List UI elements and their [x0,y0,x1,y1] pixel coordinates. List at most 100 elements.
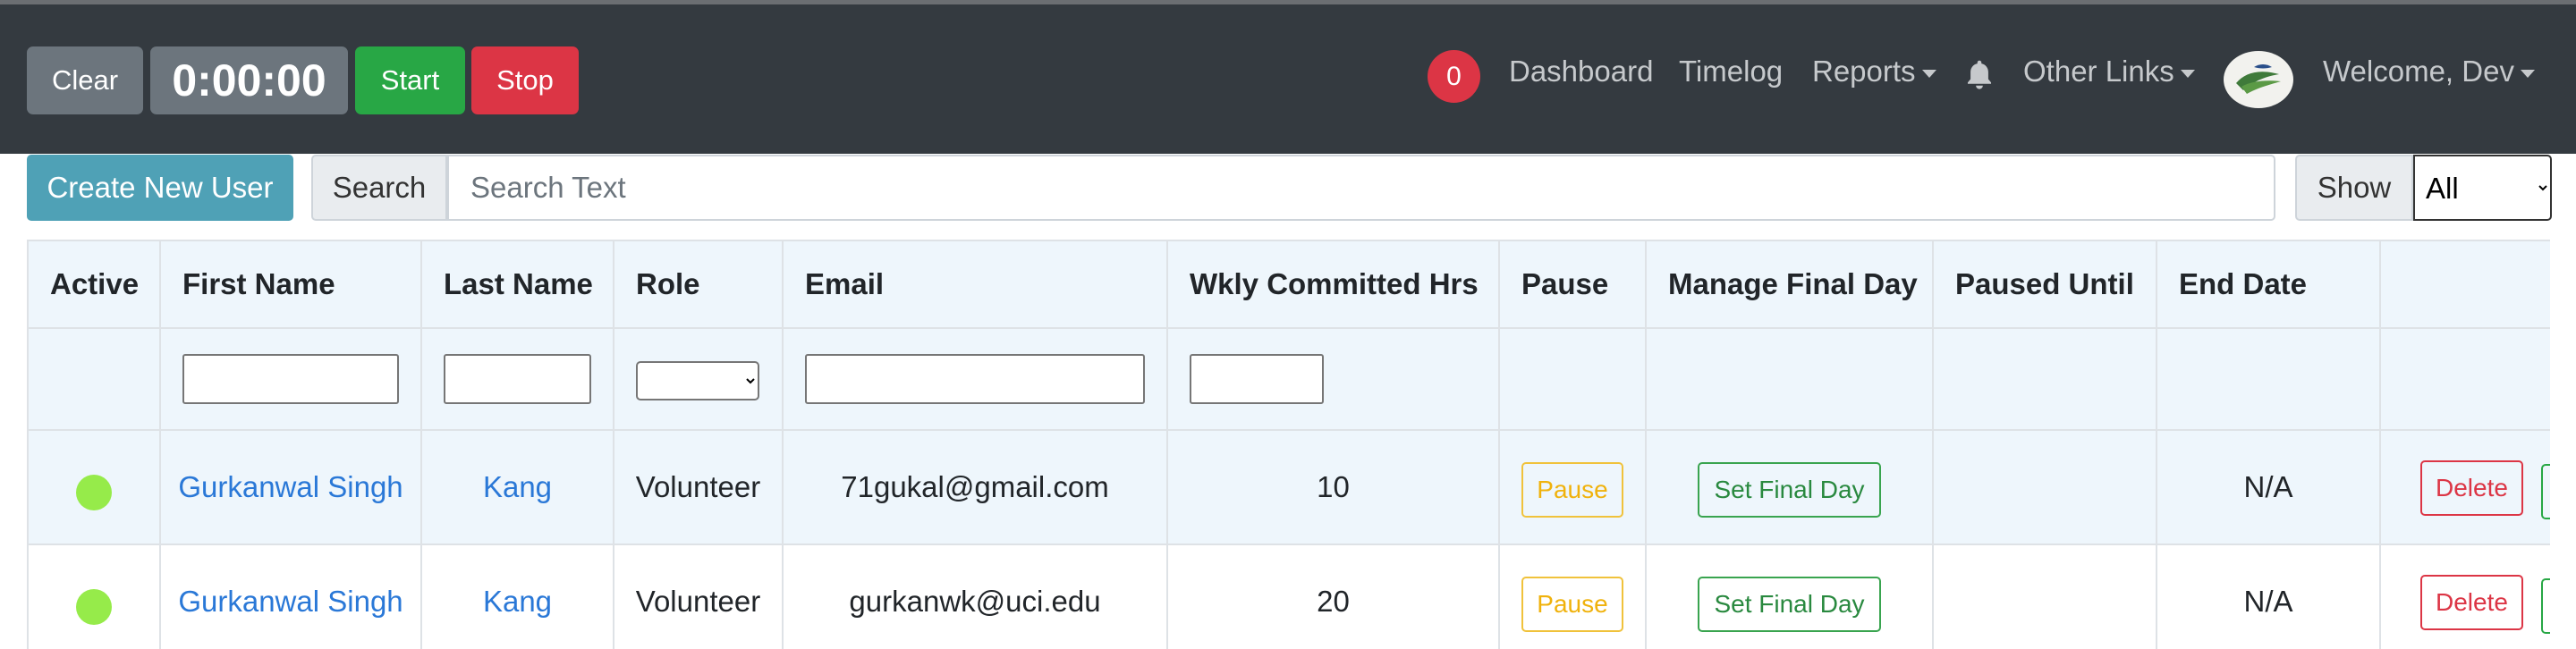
nav-other-links-dropdown[interactable]: Other Links [2023,55,2195,88]
email-text: 71gukal@gmail.com [841,470,1109,503]
end-date-cell: N/A [2156,429,2381,545]
filter-active-cell [27,327,161,431]
table-row: Gurkanwal Singh Kang Volunteer 71gukal@g… [27,429,2550,545]
chevron-down-icon [2180,69,2195,78]
timer-display: 0:00:00 [150,46,348,114]
last-name-cell: Kang [420,544,614,649]
final-day-cell: Set Final Day [1645,544,1934,649]
chevron-down-icon [1921,69,1936,78]
end-date-cell: N/A [2156,544,2381,649]
show-select[interactable]: All [2413,155,2552,221]
show-label: Show [2295,155,2413,221]
header-last-name[interactable]: Last Name [420,240,614,329]
users-table: Active First Name Last Name Role Email W… [27,240,2550,649]
header-paused-until: Paused Until [1932,240,2157,329]
hours-cell: 20 [1166,544,1500,649]
bell-icon[interactable] [1964,58,1995,92]
role-cell: Volunteer [613,544,784,649]
role-text: Volunteer [635,470,761,503]
filter-empty-cell [1645,327,1934,431]
nav-reports-dropdown[interactable]: Reports [1812,55,1936,88]
header-manage-final-day: Manage Final Day [1645,240,1934,329]
last-name-link[interactable]: Kang [483,470,552,504]
active-status-dot [76,475,112,510]
stop-timer-button[interactable]: Stop [471,46,579,114]
end-date-text: N/A [2243,585,2293,618]
active-status-dot [76,589,112,625]
header-weekly-committed-hrs[interactable]: Wkly Committed Hrs [1166,240,1500,329]
filter-last-name-cell [420,327,614,431]
email-cell: gurkanwk@uci.edu [782,544,1168,649]
user-menu-dropdown[interactable]: Welcome, Dev [2323,55,2535,88]
role-filter-select[interactable] [636,360,759,400]
first-name-cell: Gurkanwal Singh [159,544,422,649]
hours-cell: 10 [1166,429,1500,545]
email-text: gurkanwk@uci.edu [849,585,1101,618]
header-email[interactable]: Email [782,240,1168,329]
first-name-cell: Gurkanwal Singh [159,429,422,545]
pause-cell: Pause [1498,429,1647,545]
pause-button[interactable]: Pause [1521,462,1623,518]
header-first-name[interactable]: First Name [159,240,422,329]
start-timer-button[interactable]: Start [355,46,465,114]
welcome-label: Welcome, Dev [2323,55,2514,88]
last-name-cell: Kang [420,429,614,545]
header-end-date: End Date [2156,240,2381,329]
notification-count-badge[interactable]: 0 [1428,50,1480,103]
table-header-row: Active First Name Last Name Role Email W… [27,240,2550,329]
set-final-day-button[interactable]: Set Final Day [1698,462,1881,518]
filter-row [27,327,2550,431]
filter-empty-cell [2156,327,2381,431]
actions-cell: Delete [2379,544,2550,649]
set-final-day-button[interactable]: Set Final Day [1698,577,1881,632]
edit-button-partial[interactable] [2540,463,2550,519]
filter-email-cell [782,327,1168,431]
last-name-link[interactable]: Kang [483,585,552,619]
filter-role-cell [613,327,784,431]
filter-empty-cell [1498,327,1647,431]
search-label: Search [311,155,447,221]
role-cell: Volunteer [613,429,784,545]
filter-empty-cell [2379,327,2550,431]
community-logo[interactable] [2224,51,2293,108]
nav-timelog-link[interactable]: Timelog [1679,55,1783,88]
header-actions [2379,240,2550,329]
filter-empty-cell [1932,327,2157,431]
hours-text: 20 [1317,585,1350,618]
header-active[interactable]: Active [27,240,161,329]
active-status-cell [27,544,161,649]
delete-button[interactable]: Delete [2420,460,2523,517]
clear-timer-button[interactable]: Clear [27,46,143,114]
hours-filter-input[interactable] [1190,354,1324,404]
hours-text: 10 [1317,470,1350,503]
pause-cell: Pause [1498,544,1647,649]
paused-until-cell [1932,544,2157,649]
role-text: Volunteer [635,585,761,618]
actions-cell: Delete [2379,429,2550,545]
create-new-user-button[interactable]: Create New User [27,155,293,221]
table-row: Gurkanwal Singh Kang Volunteer gurkanwk@… [27,544,2550,649]
filter-first-name-cell [159,327,422,431]
last-name-filter-input[interactable] [444,354,591,404]
first-name-filter-input[interactable] [182,354,399,404]
nav-dashboard-link[interactable]: Dashboard [1509,55,1653,88]
active-status-cell [27,429,161,545]
end-date-text: N/A [2243,470,2293,503]
delete-button[interactable]: Delete [2420,575,2523,631]
final-day-cell: Set Final Day [1645,429,1934,545]
edit-button-partial[interactable] [2540,577,2550,634]
email-filter-input[interactable] [805,354,1145,404]
first-name-link[interactable]: Gurkanwal Singh [178,470,402,504]
paused-until-cell [1932,429,2157,545]
header-pause: Pause [1498,240,1647,329]
top-navbar: Clear 0:00:00 Start Stop 0 Dashboard Tim… [0,4,2576,154]
nav-reports-label: Reports [1812,55,1916,88]
pause-button[interactable]: Pause [1521,577,1623,632]
header-role[interactable]: Role [613,240,784,329]
filter-hours-cell [1166,327,1500,431]
first-name-link[interactable]: Gurkanwal Singh [178,585,402,619]
nav-other-links-label: Other Links [2023,55,2174,88]
chevron-down-icon [2520,69,2535,78]
search-input[interactable] [447,155,2275,221]
email-cell: 71gukal@gmail.com [782,429,1168,545]
